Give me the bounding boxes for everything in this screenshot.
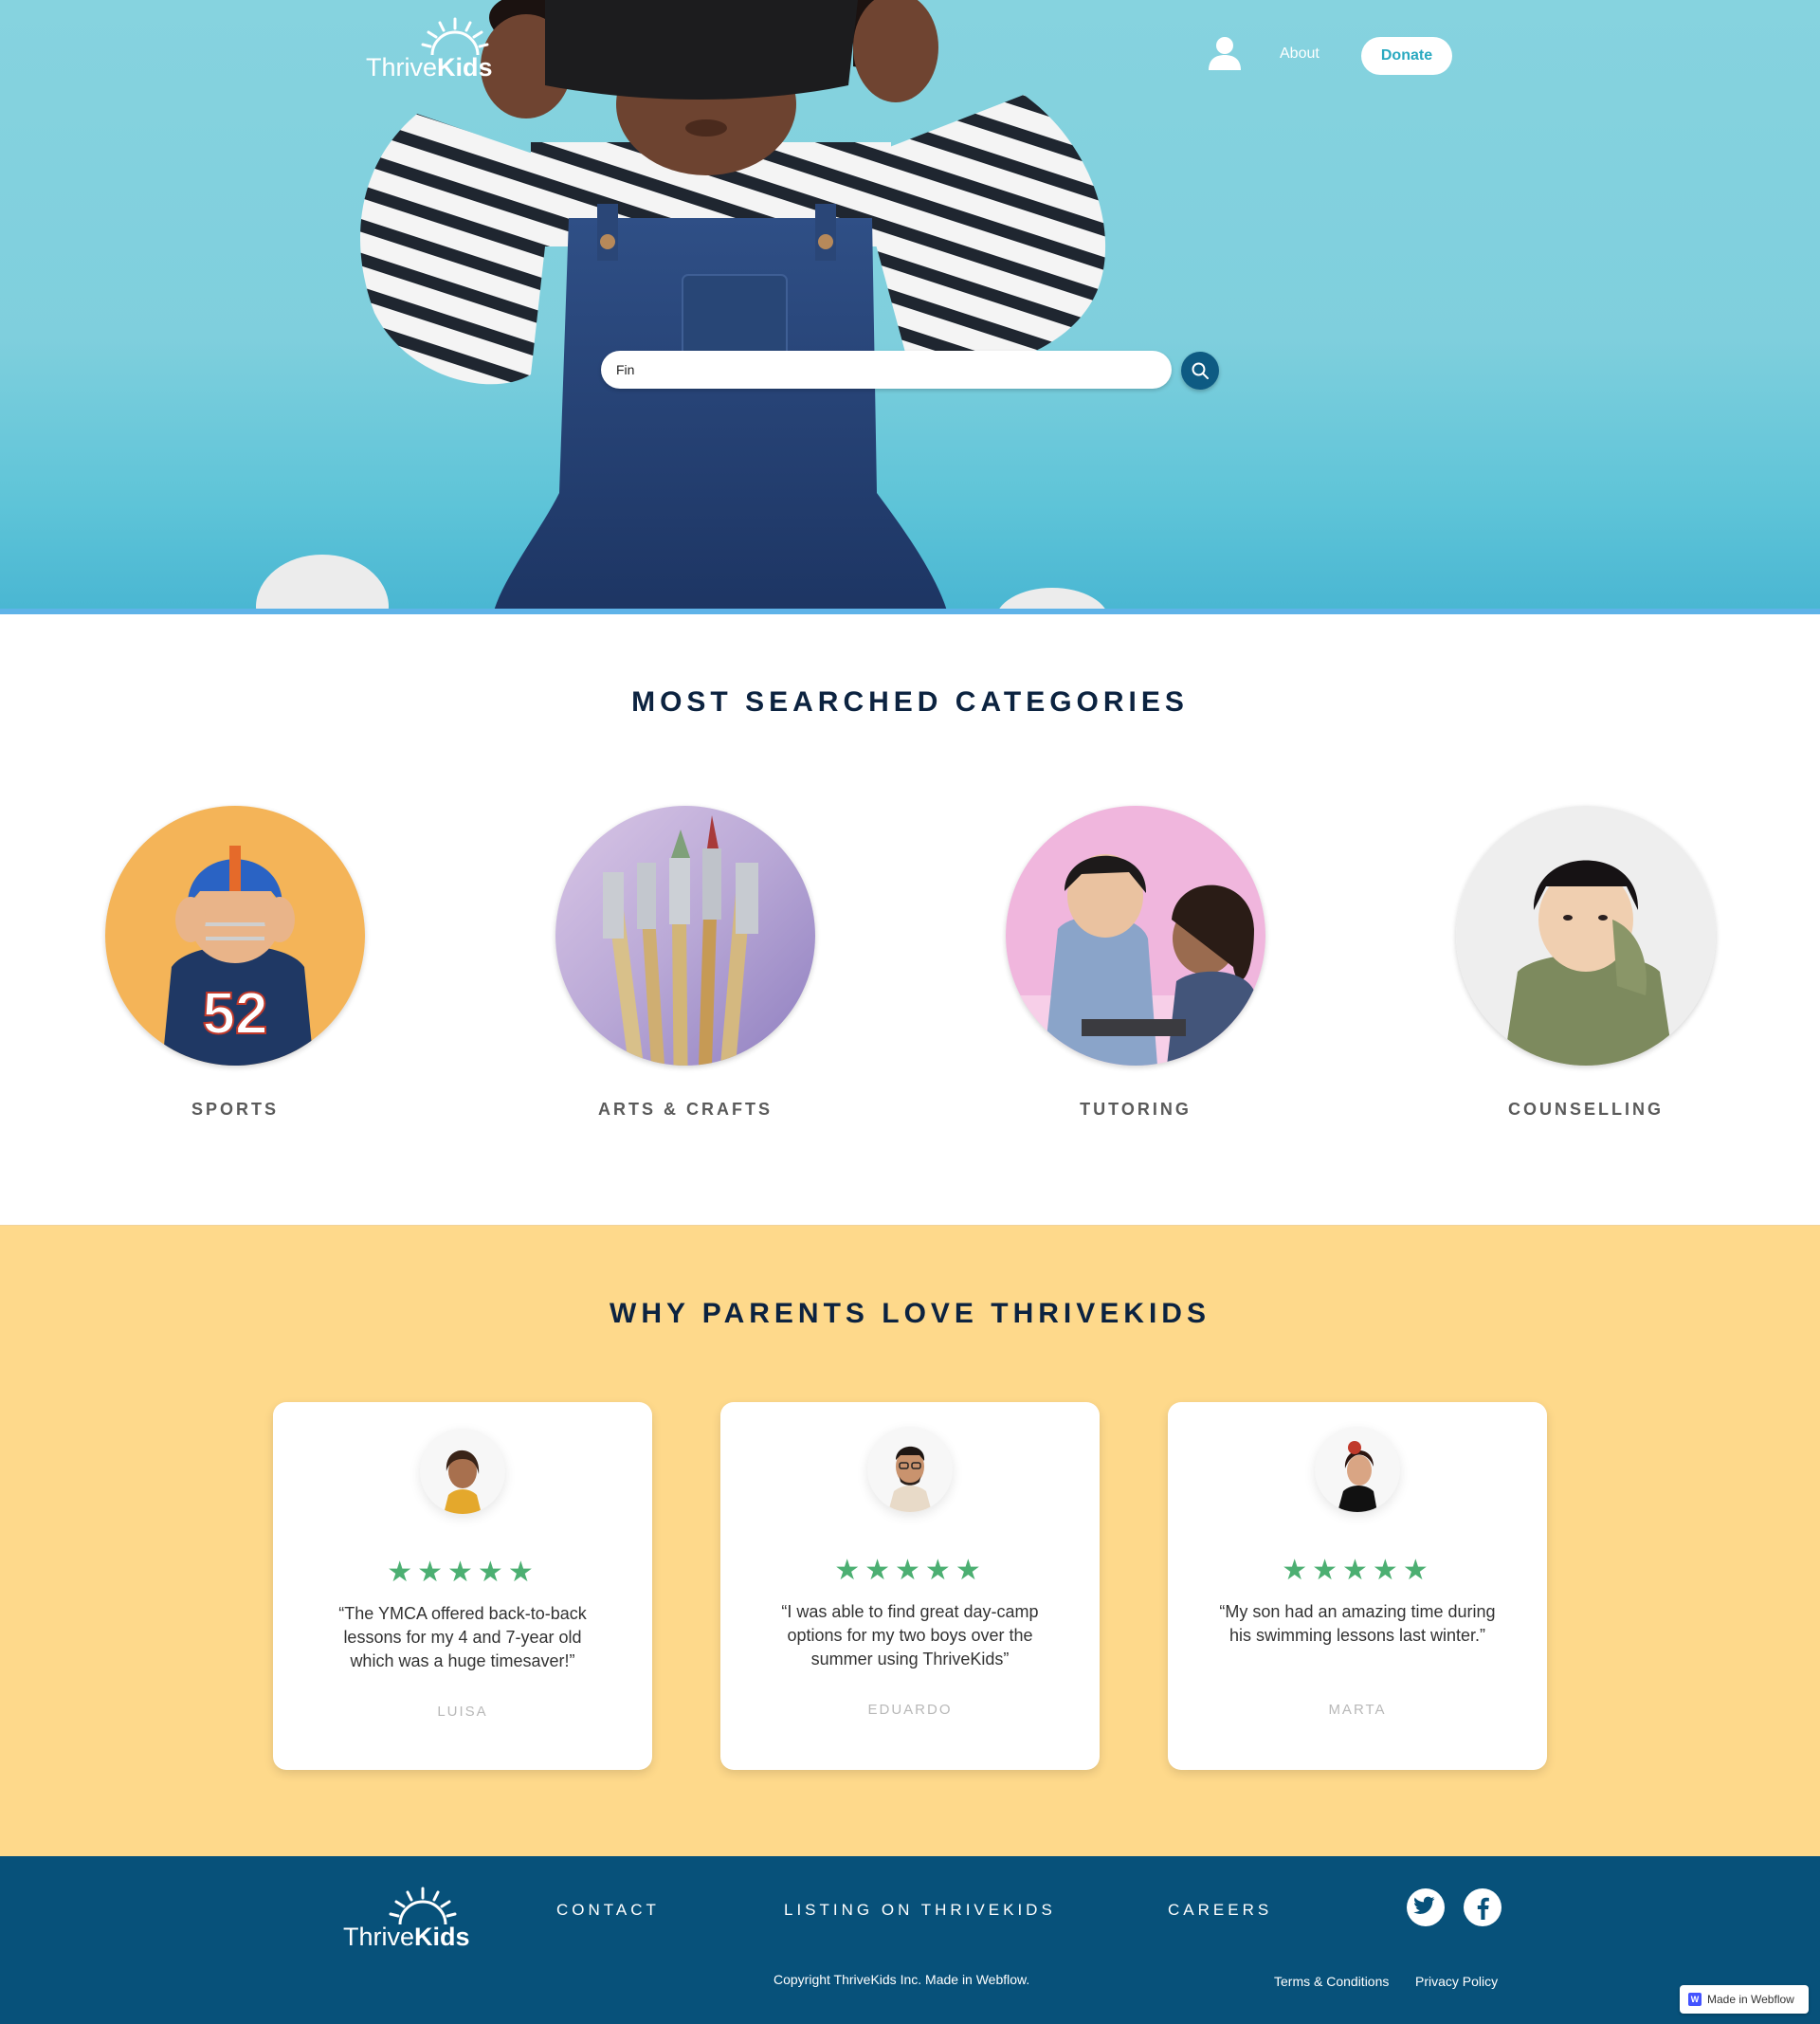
testimonials-heading: WHY PARENTS LOVE THRIVEKIDS xyxy=(610,1298,1210,1329)
category-label-counselling[interactable]: COUNSELLING xyxy=(1418,1100,1754,1120)
avatar-eduardo xyxy=(867,1427,953,1512)
twitter-icon[interactable] xyxy=(1407,1888,1445,1926)
footer-link-contact[interactable]: CONTACT xyxy=(556,1901,660,1920)
testimonial-card: ★★★★★ “My son had an amazing time during… xyxy=(1168,1402,1547,1770)
hero-bottom-border xyxy=(0,609,1820,614)
search-icon xyxy=(1192,362,1209,379)
category-label-sports[interactable]: SPORTS xyxy=(67,1100,403,1120)
reviewer-name: EDUARDO xyxy=(867,1702,953,1718)
footer-link-listing[interactable]: LISTING ON THRIVEKIDS xyxy=(784,1901,1056,1920)
categories-heading: MOST SEARCHED CATEGORIES xyxy=(631,686,1189,718)
reviewer-name: MARTA xyxy=(1328,1702,1387,1718)
category-label-arts-crafts[interactable]: ARTS & CRAFTS xyxy=(518,1100,853,1120)
copyright-text: Copyright ThriveKids Inc. Made in Webflo… xyxy=(774,1972,1030,1987)
testimonial-card: ★★★★★ “The YMCA offered back-to-back les… xyxy=(273,1402,652,1770)
footer-logo[interactable]: ThriveKids xyxy=(343,1887,485,1955)
testimonial-quote: “My son had an amazing time during his s… xyxy=(1219,1602,1496,1645)
footer xyxy=(0,1856,1820,2024)
hero-photo-child-reading xyxy=(256,0,1108,614)
logo-wordmark: ThriveKids xyxy=(343,1923,470,1952)
nav-about-link[interactable]: About xyxy=(1280,46,1320,63)
logo-text-bold: Kids xyxy=(414,1923,470,1951)
privacy-link[interactable]: Privacy Policy xyxy=(1415,1974,1498,1989)
svg-text:52: 52 xyxy=(203,981,268,1047)
sun-rays-icon xyxy=(389,1887,457,1924)
made-in-webflow-badge[interactable]: W Made in Webflow xyxy=(1680,1985,1809,2014)
category-image-arts-crafts[interactable] xyxy=(555,806,815,1066)
category-image-tutoring[interactable] xyxy=(1006,806,1265,1066)
testimonial-quote: “I was able to find great day-camp optio… xyxy=(781,1602,1039,1668)
testimonial-card: ★★★★★ “I was able to find great day-camp… xyxy=(720,1402,1100,1770)
logo-wordmark: ThriveKids xyxy=(366,53,493,82)
sun-rays-icon xyxy=(421,17,489,55)
logo-text-regular: Thrive xyxy=(366,53,438,82)
category-label-tutoring[interactable]: TUTORING xyxy=(968,1100,1303,1120)
search-input[interactable] xyxy=(601,351,1172,389)
category-image-counselling[interactable] xyxy=(1456,806,1716,1066)
category-image-sports[interactable]: 52 xyxy=(105,806,365,1066)
rating-stars: ★★★★★ xyxy=(834,1554,986,1587)
footer-link-careers[interactable]: CAREERS xyxy=(1168,1901,1272,1920)
logo-text-regular: Thrive xyxy=(343,1923,415,1951)
terms-link[interactable]: Terms & Conditions xyxy=(1274,1974,1389,1989)
logo-text-bold: Kids xyxy=(437,53,493,82)
webflow-badge-label: Made in Webflow xyxy=(1707,1993,1794,2006)
rating-stars: ★★★★★ xyxy=(387,1556,538,1589)
header-logo[interactable]: ThriveKids xyxy=(366,17,508,85)
webflow-logo-icon: W xyxy=(1688,1993,1702,2006)
facebook-icon[interactable] xyxy=(1464,1888,1502,1926)
reviewer-name: LUISA xyxy=(437,1704,488,1720)
avatar-marta xyxy=(1315,1427,1400,1512)
search-button[interactable] xyxy=(1181,352,1219,390)
rating-stars: ★★★★★ xyxy=(1282,1554,1433,1587)
testimonial-quote: “The YMCA offered back-to-back lessons f… xyxy=(338,1604,587,1670)
avatar-luisa xyxy=(420,1429,505,1514)
donate-button[interactable]: Donate xyxy=(1361,37,1452,75)
user-account-icon[interactable] xyxy=(1206,34,1244,72)
hero-section xyxy=(0,0,1820,614)
